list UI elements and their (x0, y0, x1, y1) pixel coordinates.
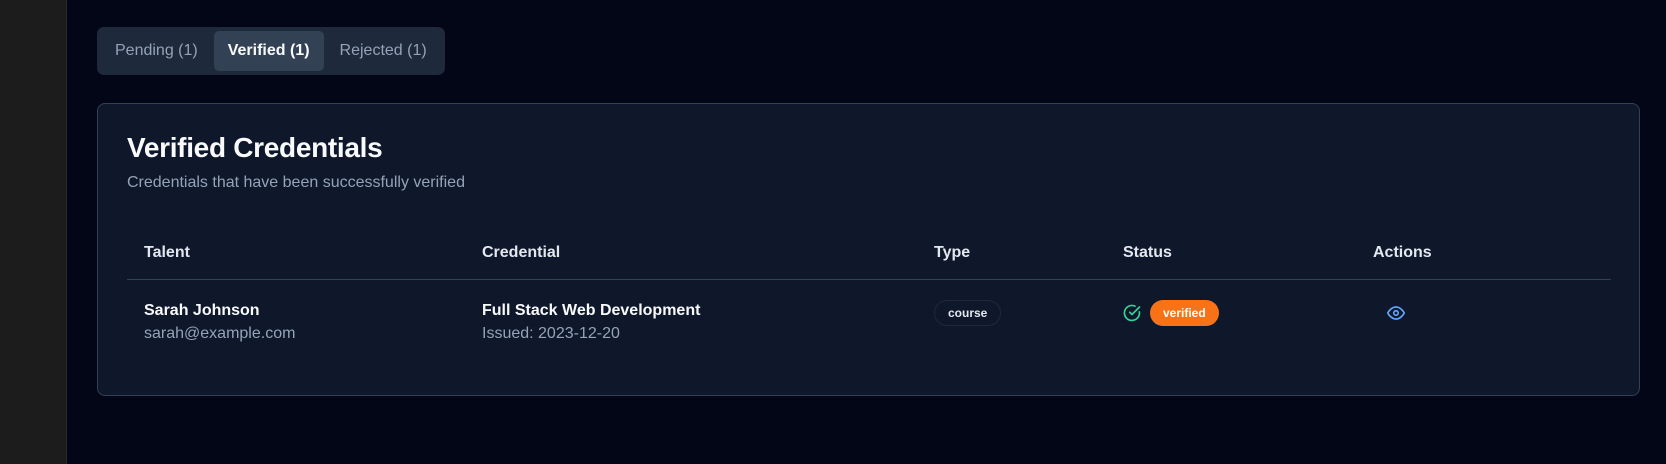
column-header-type: Type (934, 244, 971, 261)
main-content: Pending (1) Verified (1) Rejected (1) Ve… (67, 0, 1666, 464)
column-header-talent: Talent (144, 244, 190, 261)
eye-icon (1387, 304, 1405, 322)
tab-rejected[interactable]: Rejected (1) (326, 31, 441, 71)
talent-name: Sarah Johnson (144, 302, 260, 319)
left-sidebar-strip (0, 0, 67, 464)
column-header-credential: Credential (482, 244, 561, 261)
card-description: Credentials that have been successfully … (127, 174, 465, 191)
type-badge: course (934, 300, 1002, 326)
credential-issued-date: Issued: 2023-12-20 (482, 325, 620, 342)
card-title: Verified Credentials (127, 132, 383, 163)
tab-verified[interactable]: Verified (1) (213, 31, 324, 71)
status-badge: verified (1150, 300, 1219, 326)
column-header-status: Status (1123, 244, 1172, 261)
status-tabs: Pending (1) Verified (1) Rejected (1) (97, 27, 445, 75)
talent-email: sarah@example.com (144, 325, 296, 342)
check-circle-icon (1123, 304, 1141, 322)
tab-pending[interactable]: Pending (1) (101, 31, 212, 71)
table-header-divider (127, 279, 1611, 280)
verified-credentials-card: Verified Credentials Credentials that ha… (97, 103, 1640, 396)
view-credential-button[interactable] (1383, 300, 1409, 326)
credential-name: Full Stack Web Development (482, 302, 701, 319)
column-header-actions: Actions (1373, 244, 1432, 261)
